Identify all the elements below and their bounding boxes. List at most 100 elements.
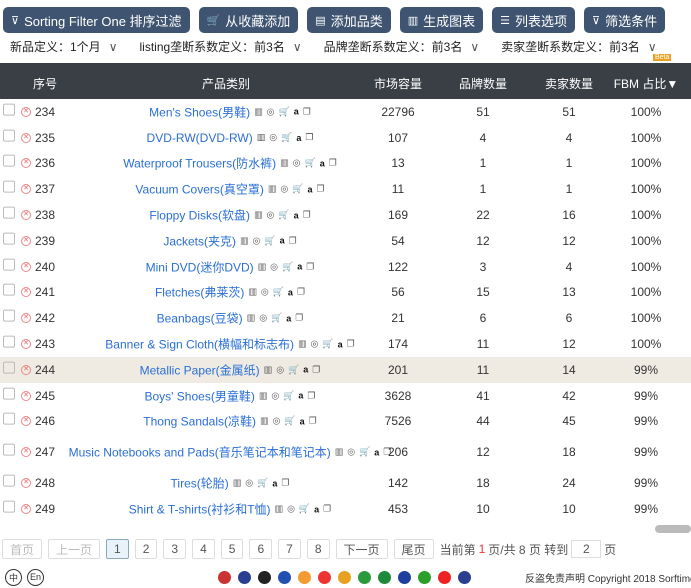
target-icon[interactable]: ◎ [245, 478, 253, 489]
flag-it-icon[interactable] [358, 570, 371, 584]
flag-de-icon[interactable] [258, 570, 271, 584]
page-button-1[interactable]: 1 [106, 539, 129, 559]
remove-icon[interactable]: ✕ [21, 235, 31, 246]
category-link[interactable]: Metallic Paper(金属纸) [140, 361, 260, 378]
target-icon[interactable]: ◎ [287, 504, 295, 515]
target-icon[interactable]: ◎ [276, 364, 284, 375]
bar-chart-icon[interactable]: ▥ [248, 287, 257, 298]
flag-au-icon[interactable] [398, 570, 411, 584]
target-icon[interactable]: ◎ [280, 184, 288, 195]
flag-in-icon[interactable] [298, 570, 311, 584]
col-category[interactable]: 产品类别 [202, 75, 250, 92]
bar-chart-icon[interactable]: ▥ [275, 504, 284, 515]
copy-icon[interactable]: ❐ [312, 364, 320, 375]
amazon-icon[interactable]: a [320, 158, 325, 168]
bar-chart-icon[interactable]: ▥ [254, 210, 263, 221]
bar-chart-icon[interactable]: ▥ [280, 158, 289, 169]
toolbar-button-4[interactable]: ☰ 列表选项 [492, 7, 576, 33]
copy-icon[interactable]: ❐ [329, 158, 337, 169]
category-link[interactable]: Men's Shoes(男鞋) [149, 103, 250, 120]
filter-dropdown-2[interactable]: 品牌垄断系数定义：前3名 ∨ [324, 38, 479, 55]
copy-icon[interactable]: ❐ [297, 287, 305, 298]
amazon-icon[interactable]: a [374, 447, 379, 457]
category-link[interactable]: DVD-RW(DVD-RW) [147, 131, 253, 145]
bar-chart-icon[interactable]: ▥ [240, 235, 249, 246]
amazon-icon[interactable]: a [298, 391, 303, 401]
toolbar-button-0[interactable]: ⊽ Sorting Filter One 排序过滤 [3, 7, 190, 33]
target-icon[interactable]: ◎ [269, 132, 277, 143]
target-icon[interactable]: ◎ [347, 447, 355, 458]
col-fbm[interactable]: FBM 占比▼ [614, 75, 679, 92]
copy-icon[interactable]: ❐ [347, 339, 355, 350]
flag-us-icon[interactable] [218, 570, 231, 584]
toolbar-button-1[interactable]: 🛒 从收藏添加 [198, 7, 299, 33]
lang-en-button[interactable]: En [27, 568, 44, 586]
page-button-8[interactable]: 8 [306, 539, 330, 559]
row-checkbox[interactable] [3, 413, 15, 426]
toolbar-button-5[interactable]: ⊽ 筛选条件 [584, 7, 666, 33]
cart-icon[interactable]: 🛒 [264, 235, 275, 246]
target-icon[interactable]: ◎ [271, 390, 279, 401]
col-index[interactable]: 序号 [33, 75, 57, 92]
cart-icon[interactable]: 🛒 [304, 158, 315, 169]
target-icon[interactable]: ◎ [273, 416, 281, 427]
copy-icon[interactable]: ❐ [309, 416, 317, 427]
category-link[interactable]: Vacuum Covers(真空罩) [135, 181, 263, 198]
row-checkbox[interactable] [3, 500, 15, 513]
cart-icon[interactable]: 🛒 [279, 106, 290, 117]
amazon-icon[interactable]: a [300, 416, 305, 426]
category-link[interactable]: Floppy Disks(软盘) [149, 207, 250, 224]
cart-icon[interactable]: 🛒 [283, 390, 294, 401]
row-checkbox[interactable] [3, 129, 15, 142]
category-link[interactable]: Mini DVD(迷你DVD) [146, 258, 254, 275]
amazon-icon[interactable]: a [280, 236, 285, 246]
bar-chart-icon[interactable]: ▥ [259, 390, 268, 401]
bar-chart-icon[interactable]: ▥ [335, 447, 344, 458]
first-page-button[interactable]: 首页 [2, 539, 43, 559]
amazon-icon[interactable]: a [338, 339, 343, 349]
target-icon[interactable]: ◎ [253, 235, 261, 246]
goto-page-input[interactable]: 2 [571, 540, 602, 558]
cart-icon[interactable]: 🛒 [359, 447, 370, 458]
remove-icon[interactable]: ✕ [21, 158, 31, 169]
filter-dropdown-1[interactable]: listing垄断系数定义：前3名 ∨ [139, 38, 301, 55]
bar-chart-icon[interactable]: ▥ [247, 313, 256, 324]
cart-icon[interactable]: 🛒 [299, 504, 310, 515]
remove-icon[interactable]: ✕ [21, 364, 31, 375]
amazon-icon[interactable]: a [288, 287, 293, 297]
copy-icon[interactable]: ❐ [323, 504, 331, 515]
bar-chart-icon[interactable]: ▥ [257, 132, 266, 143]
bar-chart-icon[interactable]: ▥ [268, 184, 277, 195]
amazon-icon[interactable]: a [303, 365, 308, 375]
next-page-button[interactable]: 下一页 [335, 539, 388, 559]
row-checkbox[interactable] [3, 206, 15, 219]
cart-icon[interactable]: 🛒 [273, 287, 284, 298]
toolbar-button-3[interactable]: ▥ 生成图表 [399, 7, 484, 33]
page-button-2[interactable]: 2 [134, 539, 158, 559]
target-icon[interactable]: ◎ [311, 339, 319, 350]
cart-icon[interactable]: 🛒 [271, 313, 282, 324]
flag-mx-icon[interactable] [378, 570, 391, 584]
prev-page-button[interactable]: 上一页 [48, 539, 101, 559]
amazon-icon[interactable]: a [296, 133, 301, 143]
target-icon[interactable]: ◎ [259, 313, 267, 324]
remove-icon[interactable]: ✕ [21, 416, 31, 427]
remove-icon[interactable]: ✕ [21, 390, 31, 401]
amazon-icon[interactable]: a [307, 184, 312, 194]
flag-es-icon[interactable] [338, 570, 351, 584]
row-checkbox[interactable] [3, 180, 15, 193]
amazon-icon[interactable]: a [286, 313, 291, 323]
row-checkbox[interactable] [3, 361, 15, 374]
horizontal-scrollbar[interactable] [655, 525, 691, 533]
row-checkbox[interactable] [3, 387, 15, 400]
remove-icon[interactable]: ✕ [21, 287, 31, 298]
page-button-3[interactable]: 3 [163, 539, 187, 559]
row-checkbox[interactable] [3, 309, 15, 322]
row-checkbox[interactable] [3, 443, 15, 456]
copy-icon[interactable]: ❐ [305, 132, 313, 143]
remove-icon[interactable]: ✕ [21, 261, 31, 272]
remove-icon[interactable]: ✕ [21, 339, 31, 350]
copy-icon[interactable]: ❐ [317, 184, 325, 195]
filter-dropdown-3[interactable]: 卖家垄断系数定义：前3名 ∨ [501, 38, 656, 55]
filter-dropdown-0[interactable]: 新品定义：1个月 ∨ [10, 38, 117, 55]
